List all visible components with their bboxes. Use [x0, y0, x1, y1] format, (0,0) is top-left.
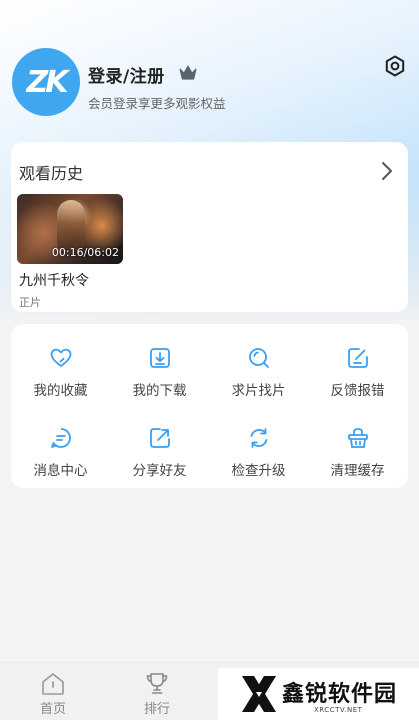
watch-progress: 00:16/06:02 — [51, 246, 119, 259]
clear-cache-button[interactable]: 清理缓存 — [308, 408, 407, 484]
messages-button[interactable]: 消息中心 — [11, 408, 110, 484]
tab-home[interactable]: 首页 — [13, 663, 93, 720]
chevron-right-icon[interactable] — [380, 160, 394, 182]
tab-ranking-label: 排行 — [143, 702, 170, 717]
messages-label: 消息中心 — [33, 463, 88, 479]
feedback-edit-icon — [347, 348, 368, 368]
login-register-link[interactable]: 登录/注册 — [88, 62, 165, 87]
refresh-icon — [250, 428, 267, 448]
history-item-title[interactable]: 九州千秋令 — [19, 270, 89, 290]
share-label: 分享好友 — [132, 463, 187, 479]
clear-cache-label: 清理缓存 — [330, 463, 385, 479]
member-benefit-subtitle: 会员登录享更多观影权益 — [88, 96, 226, 111]
tab-home-label: 首页 — [39, 702, 66, 717]
history-thumbnail[interactable]: 00:16/06:02 — [17, 194, 123, 264]
basket-icon — [347, 428, 368, 448]
settings-icon[interactable] — [383, 54, 407, 78]
home-icon — [42, 673, 64, 695]
watermark-subtext: XRCCTV.NET — [314, 706, 363, 714]
message-icon — [50, 428, 71, 448]
avatar-logo-text: ZK — [26, 64, 69, 100]
watermark-x-logo — [242, 676, 276, 712]
feedback-button[interactable]: 反馈报错 — [308, 328, 407, 404]
trophy-icon — [146, 673, 168, 694]
crown-icon — [179, 65, 197, 80]
request-film-label: 求片找片 — [231, 383, 286, 399]
favorites-button[interactable]: 我的收藏 — [11, 328, 110, 404]
thumbnail-figure — [57, 200, 85, 250]
check-update-label: 检查升级 — [231, 463, 286, 479]
site-watermark: 鑫锐软件园 XRCCTV.NET — [218, 668, 419, 720]
downloads-label: 我的下载 — [132, 383, 187, 399]
history-item-type: 正片 — [19, 296, 41, 309]
feature-grid: 我的收藏 我的下载 求片找片 反馈报错 消息中心 分享好友 检查升级 清理缓存 — [11, 324, 408, 488]
feedback-label: 反馈报错 — [330, 383, 385, 399]
search-icon — [248, 348, 269, 368]
share-button[interactable]: 分享好友 — [110, 408, 209, 484]
share-icon — [149, 428, 170, 448]
watermark-text: 鑫锐软件园 — [282, 682, 398, 707]
heart-icon — [50, 348, 71, 367]
downloads-button[interactable]: 我的下载 — [110, 328, 209, 404]
avatar[interactable]: ZK — [12, 48, 80, 116]
watch-history-card: 观看历史 00:16/06:02 九州千秋令 正片 — [11, 142, 408, 312]
request-film-button[interactable]: 求片找片 — [209, 328, 308, 404]
check-update-button[interactable]: 检查升级 — [209, 408, 308, 484]
download-icon — [149, 348, 170, 368]
favorites-label: 我的收藏 — [33, 383, 88, 399]
profile-header: ZK 登录/注册 会员登录享更多观影权益 — [12, 48, 407, 118]
tab-ranking[interactable]: 排行 — [117, 663, 197, 720]
watch-history-title: 观看历史 — [19, 164, 84, 183]
